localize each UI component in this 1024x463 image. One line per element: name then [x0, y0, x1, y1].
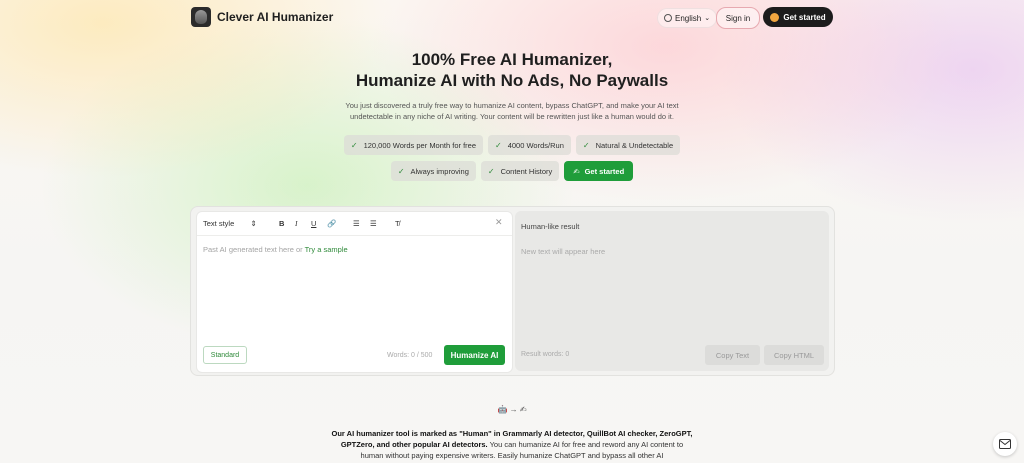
page-title: 100% Free AI Humanizer, Humanize AI with… — [0, 49, 1024, 91]
header: Clever AI Humanizer English ⌄ Sign in Ge… — [0, 0, 1024, 34]
humanizer-panel: Text style ⇕ B I U 🔗 ☰ ☰ T̸ ✕ Past AI ge… — [190, 206, 835, 376]
language-label: English — [675, 13, 702, 23]
clear-format-icon[interactable]: T̸ — [395, 219, 400, 228]
copy-html-button[interactable]: Copy HTML — [764, 345, 824, 365]
feature-label: Natural & Undetectable — [595, 140, 674, 150]
title-line-2: Humanize AI with No Ads, No Paywalls — [355, 71, 669, 90]
italic-icon[interactable]: I — [295, 219, 298, 228]
editor-placeholder[interactable]: Past AI generated text here or Try a sam… — [203, 245, 348, 254]
cta-label: Get started — [584, 166, 625, 176]
hero-get-started-button[interactable]: ✍ Get started — [564, 161, 634, 181]
input-editor[interactable]: Text style ⇕ B I U 🔗 ☰ ☰ T̸ ✕ Past AI ge… — [196, 211, 513, 373]
feature-label: 120,000 Words per Month for free — [363, 140, 477, 150]
result-title: Human-like result — [521, 222, 580, 231]
chevron-down-icon: ⌄ — [704, 15, 711, 22]
feature-pill: ✓ Natural & Undetectable — [575, 135, 681, 155]
humanize-button[interactable]: Humanize AI — [444, 345, 505, 365]
feature-pill: ✓ 120,000 Words per Month for free — [343, 135, 484, 155]
word-count: Words: 0 / 500 — [387, 352, 433, 359]
check-icon: ✓ — [582, 140, 590, 150]
try-sample-link[interactable]: Try a sample — [305, 245, 348, 254]
brand-name[interactable]: Clever AI Humanizer — [217, 10, 333, 24]
robot-icon: 🤖 — [497, 405, 508, 414]
bold-icon[interactable]: B — [279, 219, 284, 228]
result-word-count: Result words: 0 — [521, 351, 570, 358]
bottom-description: Our AI humanizer tool is marked as "Huma… — [331, 429, 693, 460]
feature-label: Content History — [500, 166, 553, 176]
writing-hand-icon: ✍ — [573, 166, 580, 176]
get-started-label: Get started — [783, 12, 826, 22]
feature-label: Always improving — [410, 166, 469, 176]
feature-label: 4000 Words/Run — [507, 140, 564, 150]
feature-pill: ✓ Content History — [480, 161, 560, 181]
title-line-1: 100% Free AI Humanizer, — [411, 50, 613, 69]
logo-face-icon — [195, 10, 207, 24]
mail-icon — [999, 439, 1011, 449]
globe-icon — [664, 14, 672, 22]
feature-pill: ✓ Always improving — [390, 161, 476, 181]
copy-text-button[interactable]: Copy Text — [705, 345, 760, 365]
feature-row-2: ✓ Always improving ✓ Content History ✍ Get … — [0, 161, 1024, 181]
mode-standard-button[interactable]: Standard — [203, 346, 247, 364]
logo[interactable] — [191, 7, 211, 27]
result-placeholder: New text will appear here — [521, 247, 606, 256]
feature-row-1: ✓ 120,000 Words per Month for free ✓ 4000 … — [0, 135, 1024, 155]
check-icon: ✓ — [495, 140, 502, 150]
ordered-list-icon[interactable]: ☰ — [353, 219, 360, 228]
language-selector[interactable]: English ⌄ — [657, 8, 718, 28]
hero-description: You just discovered a truly free way to … — [345, 101, 679, 121]
check-icon: ✓ — [397, 166, 405, 176]
updown-icon: ⇕ — [250, 219, 257, 228]
emoji-icon — [770, 12, 780, 22]
contact-button[interactable] — [993, 432, 1017, 456]
editor-toolbar: Text style ⇕ B I U 🔗 ☰ ☰ T̸ ✕ — [197, 212, 512, 236]
result-panel: Human-like result New text will appear h… — [515, 211, 829, 371]
sign-in-button[interactable]: Sign in — [716, 7, 760, 29]
underline-icon[interactable]: U — [311, 219, 316, 228]
check-icon: ✓ — [487, 166, 495, 176]
feature-pill: ✓ 4000 Words/Run — [488, 135, 571, 155]
header-get-started-button[interactable]: Get started — [763, 7, 833, 27]
robot-to-human-icons: 🤖 → ✍ — [497, 405, 527, 414]
close-icon[interactable]: ✕ — [495, 217, 503, 228]
bullet-list-icon[interactable]: ☰ — [370, 219, 377, 228]
writing-hand-icon: ✍ — [519, 405, 527, 414]
link-icon[interactable]: 🔗 — [327, 219, 336, 228]
text-style-select[interactable]: Text style ⇕ — [203, 219, 257, 228]
check-icon: ✓ — [350, 140, 358, 150]
